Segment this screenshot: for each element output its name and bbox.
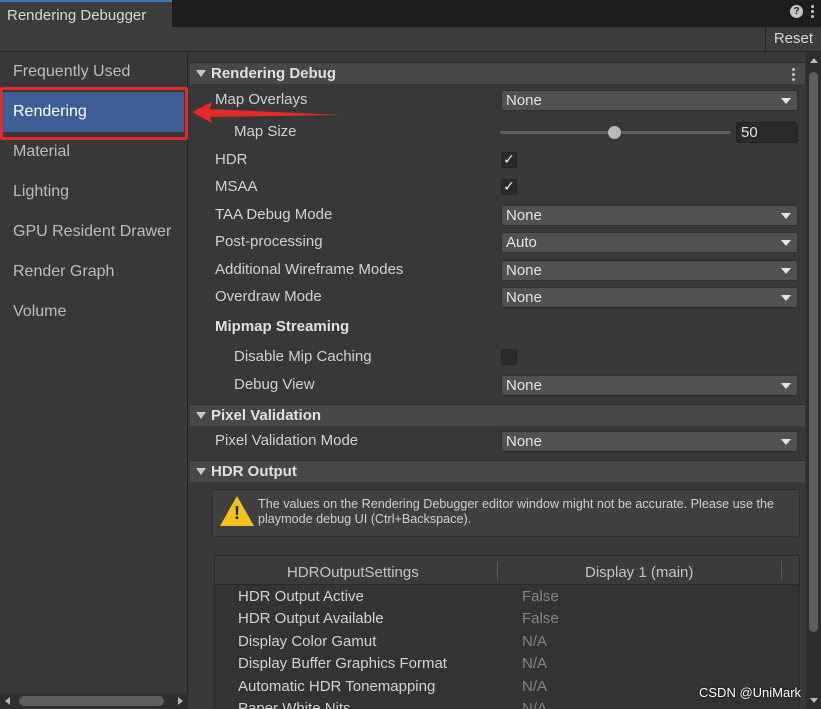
map-size-slider-thumb[interactable] [608,126,621,139]
chevron-down-icon [781,213,791,219]
sidebar-item-frequently-used[interactable]: Frequently Used [0,52,187,92]
section-header-pixel-validation[interactable]: Pixel Validation [190,404,805,426]
section-header-hdr-output[interactable]: HDR Output [190,460,805,482]
sidebar-horizontal-scrollbar[interactable] [0,693,188,709]
wireframe-modes-dropdown[interactable]: None [501,260,798,281]
table-row-label: Display Color Gamut [238,633,377,650]
taa-debug-mode-label: TAA Debug Mode [215,206,333,223]
section-header-rendering-debug[interactable]: Rendering Debug [190,62,805,84]
table-row-label: HDR Output Available [238,610,384,627]
chevron-down-icon [781,383,791,389]
column-separator[interactable] [781,561,782,580]
scroll-left-icon[interactable] [5,697,10,705]
post-processing-dropdown[interactable]: Auto [501,232,798,253]
section-title: Rendering Debug [211,65,337,82]
taa-debug-mode-dropdown[interactable]: None [501,205,798,226]
dropdown-value: Auto [506,234,537,251]
map-overlays-label: Map Overlays [215,91,308,108]
map-overlays-dropdown[interactable]: None [501,90,798,111]
scroll-up-icon[interactable] [810,58,818,63]
sidebar: Frequently Used Rendering Material Light… [0,52,188,709]
dropdown-value: None [506,207,542,224]
disable-mip-caching-label: Disable Mip Caching [234,348,372,365]
watermark: CSDN @UniMark [699,685,802,700]
section-title: HDR Output [211,463,297,480]
pixel-validation-mode-label: Pixel Validation Mode [215,432,359,449]
chevron-down-icon [781,268,791,274]
table-row-label: Display Buffer Graphics Format [238,655,447,672]
map-size-number-field[interactable]: 50 [736,122,798,143]
chevron-down-icon [781,295,791,301]
table-row-label: Automatic HDR Tonemapping [238,678,436,695]
msaa-checkbox[interactable]: ✓ [501,179,517,195]
debug-view-label: Debug View [234,376,315,393]
table-row-label: HDR Output Active [238,588,364,605]
table-row-value: False [522,588,559,605]
window-tab[interactable]: Rendering Debugger [0,0,172,27]
hdr-label: HDR [215,151,248,168]
table-row-value: False [522,610,559,627]
foldout-arrow-icon[interactable] [196,468,206,475]
warning-message: The values on the Rendering Debugger edi… [258,497,774,526]
disable-mip-caching-checkbox[interactable] [501,349,517,365]
table-row-value: N/A [522,700,548,709]
toolbar: Reset [0,27,821,52]
column-header-display[interactable]: Display 1 (main) [585,564,693,581]
foldout-arrow-icon[interactable] [196,412,206,419]
dropdown-value: None [506,92,542,109]
sidebar-item-volume[interactable]: Volume [0,292,187,332]
warning-helpbox: ! The values on the Rendering Debugger e… [212,489,800,537]
scrollbar-thumb[interactable] [19,696,164,706]
mipmap-streaming-heading: Mipmap Streaming [215,318,350,335]
question-icon[interactable]: ? [790,5,803,18]
kebab-menu-icon[interactable] [792,68,796,81]
kebab-menu-icon[interactable] [811,5,815,18]
main-vertical-scrollbar[interactable] [806,52,821,709]
map-size-label: Map Size [234,123,297,140]
msaa-label: MSAA [215,178,258,195]
window-title: Rendering Debugger [7,7,147,24]
debug-view-dropdown[interactable]: None [501,375,798,396]
column-header-settings[interactable]: HDROutputSettings [287,564,419,581]
overdraw-mode-label: Overdraw Mode [215,288,322,305]
dropdown-value: None [506,433,542,450]
reset-button[interactable]: Reset [764,27,821,51]
scrollbar-thumb[interactable] [809,72,818,632]
annotation-highlight-box [0,87,188,140]
post-processing-label: Post-processing [215,233,323,250]
table-row-value: N/A [522,655,548,672]
column-separator[interactable] [497,561,498,580]
sidebar-item-render-graph[interactable]: Render Graph [0,252,187,292]
sidebar-item-lighting[interactable]: Lighting [0,172,187,212]
table-row-label: Paper White Nits [238,700,351,709]
scroll-down-icon[interactable] [810,698,818,703]
scroll-right-icon[interactable] [178,697,183,705]
warning-icon-mark: ! [234,503,240,523]
chevron-down-icon [781,240,791,246]
sidebar-item-gpu-resident-drawer[interactable]: GPU Resident Drawer [0,212,187,252]
overdraw-mode-dropdown[interactable]: None [501,287,798,308]
table-row-value: N/A [522,633,548,650]
dropdown-value: None [506,289,542,306]
pixel-validation-mode-dropdown[interactable]: None [501,431,798,452]
chevron-down-icon [781,439,791,445]
table-row-value: N/A [522,678,548,695]
table-header: HDROutputSettings Display 1 (main) [215,556,799,585]
foldout-arrow-icon[interactable] [196,70,206,77]
hdr-checkbox[interactable]: ✓ [501,152,517,168]
dropdown-value: None [506,262,542,279]
dropdown-value: None [506,377,542,394]
wireframe-modes-label: Additional Wireframe Modes [215,261,404,278]
window-titlebar: Rendering Debugger ? [0,0,821,27]
section-title: Pixel Validation [211,407,322,424]
chevron-down-icon [781,98,791,104]
